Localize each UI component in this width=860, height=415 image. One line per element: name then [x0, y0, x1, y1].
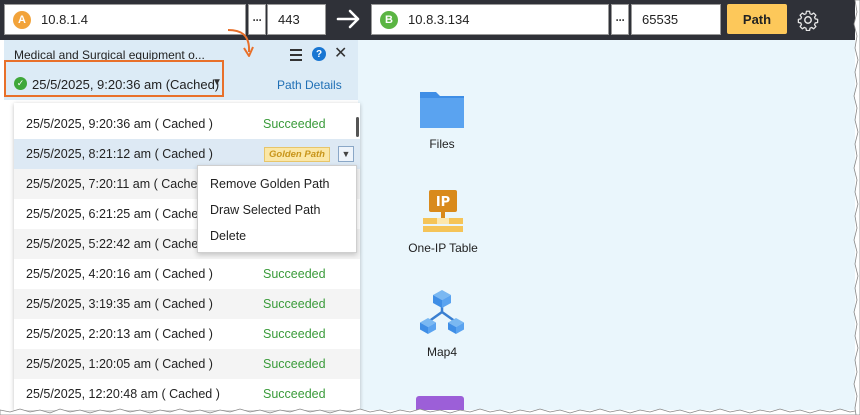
history-row[interactable]: 25/5/2025, 9:20:36 am ( Cached ) Succeed…: [14, 109, 360, 139]
path-details-link[interactable]: Path Details: [277, 78, 342, 92]
history-status: Succeeded: [263, 327, 326, 341]
menu-item-draw-selected-path[interactable]: Draw Selected Path: [210, 203, 320, 217]
history-row[interactable]: 25/5/2025, 3:19:35 am ( Cached ) Succeed…: [14, 289, 360, 319]
destination-ip: 10.8.3.134: [408, 12, 470, 27]
source-badge: A: [13, 10, 31, 29]
history-time: 25/5/2025, 6:21:25 am ( Cached ): [26, 207, 213, 221]
history-status: Succeeded: [263, 267, 326, 281]
source-address-field[interactable]: A 10.8.1.4: [4, 4, 246, 35]
menu-item-remove-golden-path[interactable]: Remove Golden Path: [210, 177, 330, 191]
help-icon[interactable]: ?: [312, 47, 326, 61]
selected-time: 25/5/2025, 9:20:36 am (Cached): [32, 77, 220, 92]
destination-address-field[interactable]: B 10.8.3.134: [371, 4, 609, 35]
golden-path-badge: Golden Path: [264, 147, 330, 162]
menu-item-delete[interactable]: Delete: [210, 229, 246, 243]
path-history-list[interactable]: 25/5/2025, 9:20:36 am ( Cached ) Succeed…: [14, 103, 360, 410]
folder-icon: [420, 92, 464, 128]
close-icon[interactable]: ✕: [334, 43, 347, 63]
top-toolbar: A 10.8.1.4 ··· 443 B 10.8.3.134 ··· 6553…: [0, 0, 855, 40]
history-time: 25/5/2025, 8:21:12 am ( Cached ): [26, 147, 213, 161]
torn-edge-right: [853, 0, 860, 415]
menu-icon[interactable]: [290, 49, 302, 61]
success-check-icon: ✓: [14, 77, 27, 90]
annotation-arrow-icon: [227, 29, 254, 57]
row-menu-chevron-icon[interactable]: ▼: [338, 146, 354, 162]
map-canvas[interactable]: Files IP One-IP Table Map4: [358, 40, 855, 410]
ip-table-icon: IP: [423, 190, 463, 232]
row-context-menu: Remove Golden Path Draw Selected Path De…: [197, 165, 357, 253]
files-label: Files: [429, 137, 455, 151]
gear-icon[interactable]: [797, 9, 819, 31]
one-ip-table-tool[interactable]: IP One-IP Table: [398, 188, 488, 255]
destination-more-button[interactable]: ···: [611, 4, 629, 35]
one-ip-table-label: One-IP Table: [408, 241, 478, 255]
history-time: 25/5/2025, 5:22:42 am ( Cached ): [26, 237, 213, 251]
destination-port-field[interactable]: 65535: [631, 4, 721, 35]
map-cubes-icon: [420, 290, 464, 334]
right-arrow-icon: [336, 9, 360, 29]
history-status: Succeeded: [263, 357, 326, 371]
list-scrollbar[interactable]: [356, 117, 359, 137]
source-port-field[interactable]: 443: [267, 4, 326, 35]
history-row[interactable]: 25/5/2025, 4:20:16 am ( Cached ) Succeed…: [14, 259, 360, 289]
history-time: 25/5/2025, 7:20:11 am ( Cached ): [26, 177, 212, 191]
history-row[interactable]: 25/5/2025, 2:20:13 am ( Cached ) Succeed…: [14, 319, 360, 349]
torn-edge-bottom: [0, 408, 860, 415]
panel-body: [4, 100, 14, 410]
history-time: 25/5/2025, 12:20:48 am ( Cached ): [26, 387, 220, 401]
destination-badge: B: [380, 10, 398, 29]
ip-badge-text: IP: [436, 195, 450, 210]
history-row[interactable]: 25/5/2025, 1:20:05 am ( Cached ) Succeed…: [14, 349, 360, 379]
history-status: Succeeded: [263, 387, 326, 401]
chevron-down-icon[interactable]: ▼: [212, 77, 222, 88]
files-tool[interactable]: Files: [410, 84, 474, 151]
history-time: 25/5/2025, 2:20:13 am ( Cached ): [26, 327, 213, 341]
panel-header: Medical and Surgical equipment o... ? ✕ …: [4, 40, 358, 100]
history-time: 25/5/2025, 3:19:35 am ( Cached ): [26, 297, 213, 311]
map-label: Map4: [426, 345, 458, 359]
history-status: Succeeded: [263, 297, 326, 311]
map-tool[interactable]: Map4: [410, 288, 474, 359]
path-button[interactable]: Path: [727, 4, 787, 34]
source-ip: 10.8.1.4: [41, 12, 88, 27]
history-time: 25/5/2025, 4:20:16 am ( Cached ): [26, 267, 213, 281]
history-time: 25/5/2025, 1:20:05 am ( Cached ): [26, 357, 213, 371]
history-status: Succeeded: [263, 117, 326, 131]
history-time: 25/5/2025, 9:20:36 am ( Cached ): [26, 117, 213, 131]
history-row[interactable]: 25/5/2025, 12:20:48 am ( Cached ) Succee…: [14, 379, 360, 409]
